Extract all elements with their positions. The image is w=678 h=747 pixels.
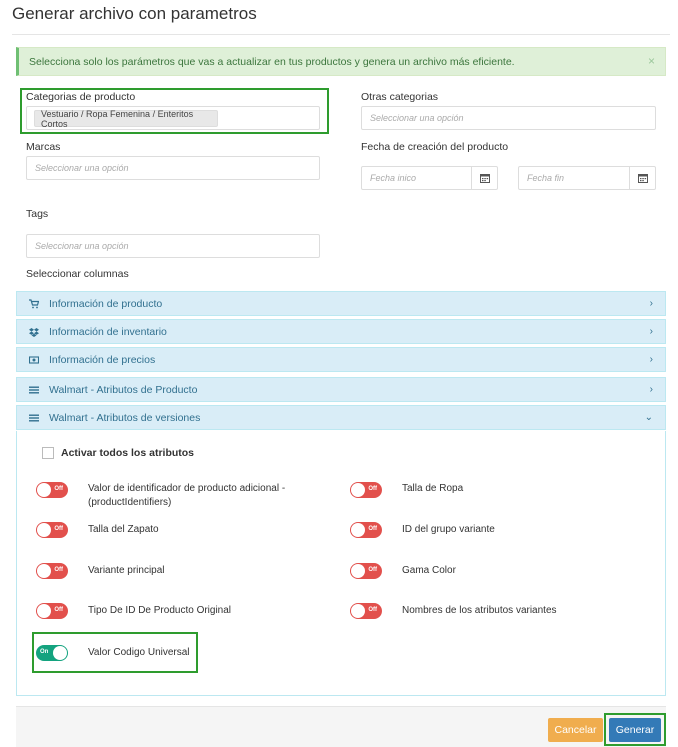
list-icon [27,413,41,423]
attribute-label: Variante principal [88,565,165,576]
categorias-highlight [20,88,329,134]
chevron-right-icon: › [649,384,653,395]
title-divider [12,34,670,35]
toggle-talla-zapato[interactable]: Off [36,522,68,538]
attribute-label: Talla del Zapato [88,524,159,535]
otras-categorias-label: Otras categorias [361,91,439,103]
accordion-inventario[interactable]: Información de inventario › [16,319,666,344]
attribute-label: Gama Color [402,565,456,576]
accordion-label: Walmart - Atributos de versiones [49,411,201,424]
money-icon [27,355,41,365]
accordion-walmart-versiones[interactable]: Walmart - Atributos de versiones ⌄ [16,405,666,430]
activate-all-label: Activar todos los atributos [61,447,195,459]
info-alert: Selecciona solo los parámetros que vas a… [16,47,666,76]
accordion-label: Información de precios [49,353,156,366]
toggle-talla-ropa[interactable]: Off [350,482,382,498]
accordion-label: Información de inventario [49,325,167,338]
attribute-label: Valor de identificador de producto adici… [88,483,286,508]
calendar-icon[interactable] [629,167,655,189]
fecha-label: Fecha de creación del producto [361,141,509,153]
attribute-label: Talla de Ropa [402,483,464,494]
toggle-tipo-id[interactable]: Off [36,603,68,619]
fecha-inicio-input[interactable]: Fecha inico [361,166,498,190]
tags-label: Tags [26,208,49,220]
tags-select[interactable]: Seleccionar una opción [26,234,320,258]
accordion-label: Walmart - Atributos de Producto [49,383,198,396]
close-icon[interactable]: × [648,54,655,68]
chevron-right-icon: › [649,354,653,365]
fecha-fin-input[interactable]: Fecha fin [518,166,656,190]
marcas-label: Marcas [26,141,61,153]
activate-all-checkbox[interactable] [42,447,54,459]
list-icon [27,385,41,395]
toggle-product-identifiers[interactable]: Off [36,482,68,498]
attribute-label: Nombres de los atributos variantes [402,605,557,616]
toggle-variante-principal[interactable]: Off [36,563,68,579]
chevron-right-icon: › [649,326,653,337]
cancel-button[interactable]: Cancelar [548,718,603,742]
chevron-right-icon: › [649,298,653,309]
columnas-label: Seleccionar columnas [26,268,129,280]
activate-all-row[interactable]: Activar todos los atributos [42,447,194,459]
toggle-grupo-variante[interactable]: Off [350,522,382,538]
cart-icon [27,298,41,309]
calendar-icon[interactable] [471,167,497,189]
otras-categorias-select[interactable]: Seleccionar una opción [361,106,656,130]
accordion-precios[interactable]: Información de precios › [16,347,666,372]
toggle-nombres-atributos[interactable]: Off [350,603,382,619]
attribute-label: ID del grupo variante [402,524,495,535]
toggle-gama-color[interactable]: Off [350,563,382,579]
accordion-walmart-producto[interactable]: Walmart - Atributos de Producto › [16,377,666,402]
attribute-label: Tipo De ID De Producto Original [88,605,232,616]
dropbox-icon [27,327,41,337]
accordion-producto[interactable]: Información de producto › [16,291,666,316]
codigo-universal-highlight [32,632,198,673]
fecha-inicio-placeholder: Fecha inico [370,173,417,183]
fecha-fin-placeholder: Fecha fin [527,173,565,183]
chevron-down-icon: ⌄ [644,412,653,423]
alert-text: Selecciona solo los parámetros que vas a… [29,55,515,68]
accordion-label: Información de producto [49,297,163,310]
generate-highlight [604,713,666,746]
modal-title: Generar archivo con parametros [12,4,257,23]
marcas-select[interactable]: Seleccionar una opción [26,156,320,180]
